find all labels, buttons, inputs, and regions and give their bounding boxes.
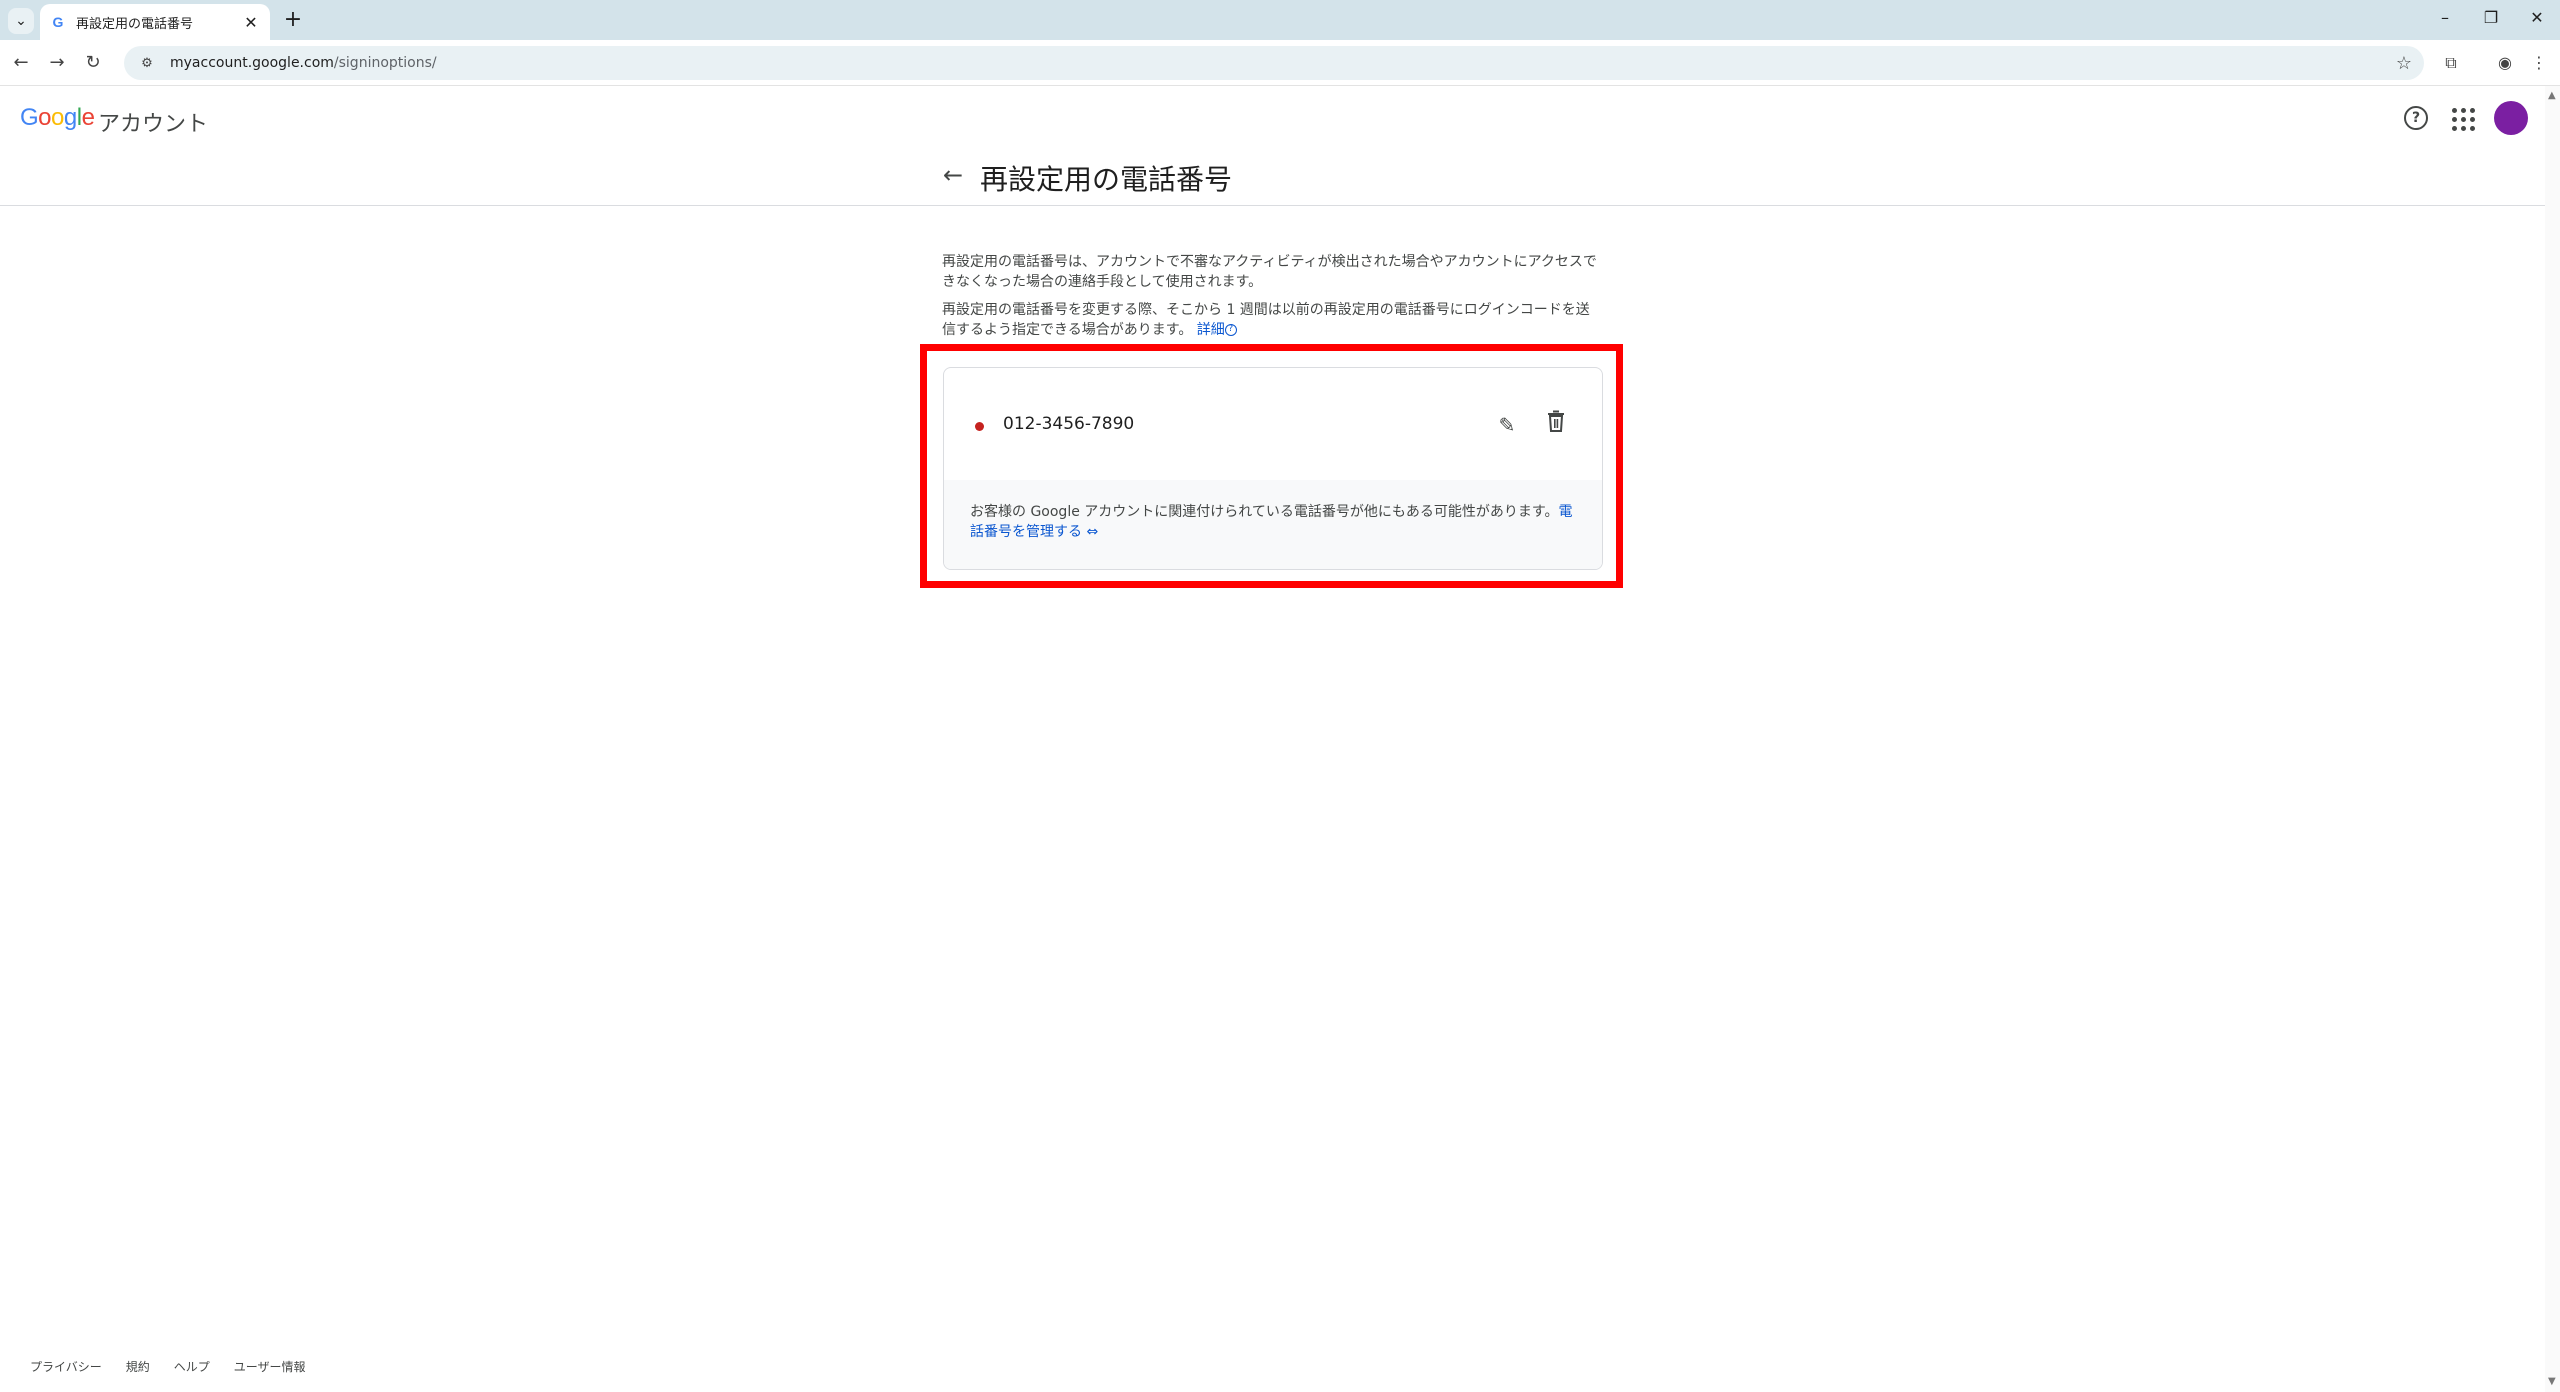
google-favicon-icon: G bbox=[52, 14, 64, 30]
address-bar[interactable]: ⚙ myaccount.google.com/signinoptions/ ☆ bbox=[124, 46, 2424, 80]
tab-search-chevron-icon[interactable]: ⌄ bbox=[8, 8, 34, 34]
browser-tab-active[interactable]: G 再設定用の電話番号 ✕ bbox=[40, 4, 270, 40]
extensions-icon[interactable]: ⧉ bbox=[2438, 50, 2464, 76]
new-tab-button[interactable]: + bbox=[280, 8, 306, 34]
description-text: 再設定用の電話番号を変更する際、そこから 1 週間は以前の再設定用の電話番号にロ… bbox=[942, 302, 1590, 338]
description-paragraph-2: 再設定用の電話番号を変更する際、そこから 1 週間は以前の再設定用の電話番号にロ… bbox=[942, 300, 1602, 340]
logo-letter: o bbox=[38, 104, 52, 131]
description-paragraph-1: 再設定用の電話番号は、アカウントで不審なアクティビティが検出された場合やアカウン… bbox=[942, 254, 1597, 290]
browser-toolbar: ← → ↻ ⚙ myaccount.google.com/signinoptio… bbox=[0, 40, 2560, 86]
delete-trash-icon[interactable] bbox=[1541, 410, 1571, 440]
page-title-bar: ← 再設定用の電話番号 bbox=[0, 150, 2545, 206]
details-link[interactable]: 詳細? bbox=[1197, 322, 1237, 338]
logo-letter: G bbox=[20, 104, 39, 131]
scroll-up-arrow-icon[interactable]: ▲ bbox=[2548, 90, 2556, 101]
status-dot-icon bbox=[975, 422, 984, 431]
help-circle-icon: ? bbox=[1224, 324, 1237, 336]
note-text: お客様の Google アカウントに関連付けられている電話番号が他にもある可能性… bbox=[970, 504, 1559, 520]
footer-link-privacy[interactable]: プライバシー bbox=[30, 1358, 102, 1375]
back-nav-icon[interactable]: ← bbox=[8, 50, 34, 76]
profile-icon[interactable]: ◉ bbox=[2492, 50, 2518, 76]
bookmark-star-icon[interactable]: ☆ bbox=[2396, 53, 2412, 74]
footer-link-help[interactable]: ヘルプ bbox=[174, 1358, 210, 1375]
edit-pencil-icon[interactable]: ✎ bbox=[1492, 410, 1522, 440]
restore-window-icon[interactable]: ❐ bbox=[2476, 8, 2506, 32]
apps-grid-icon[interactable] bbox=[2450, 106, 2475, 131]
link-icon: ⇔ bbox=[1086, 524, 1099, 540]
main-content: 再設定用の電話番号は、アカウントで不審なアクティビティが検出された場合やアカウン… bbox=[942, 252, 1602, 348]
phone-number-card: 012-3456-7890 ✎ お客様の Google アカウントに関連付けられ… bbox=[943, 367, 1603, 570]
footer-link-about[interactable]: ユーザー情報 bbox=[234, 1358, 306, 1375]
avatar[interactable] bbox=[2494, 101, 2528, 135]
browser-tab-bar: ⌄ G 再設定用の電話番号 ✕ + – ❐ ✕ bbox=[0, 0, 2560, 40]
reload-icon[interactable]: ↻ bbox=[80, 50, 106, 76]
back-arrow-icon[interactable]: ← bbox=[938, 160, 968, 190]
tab-title: 再設定用の電話番号 bbox=[76, 16, 194, 32]
phone-number-row: 012-3456-7890 ✎ bbox=[944, 368, 1602, 478]
site-info-icon[interactable]: ⚙ bbox=[136, 56, 158, 71]
scroll-down-arrow-icon[interactable]: ▼ bbox=[2548, 1376, 2556, 1387]
minimize-window-icon[interactable]: – bbox=[2430, 8, 2460, 32]
details-link-label: 詳細 bbox=[1196, 322, 1225, 338]
help-icon[interactable]: ? bbox=[2404, 106, 2428, 130]
browser-menu-icon[interactable]: ⋮ bbox=[2526, 50, 2552, 76]
forward-nav-icon[interactable]: → bbox=[44, 50, 70, 76]
footer-link-terms[interactable]: 規約 bbox=[126, 1358, 150, 1375]
page-title: 再設定用の電話番号 bbox=[980, 163, 1233, 196]
logo-letter: e bbox=[81, 104, 95, 131]
url-host: myaccount.google.com bbox=[170, 55, 334, 71]
page-scrollbar[interactable] bbox=[2545, 86, 2560, 1392]
google-logo[interactable]: Google bbox=[20, 104, 95, 132]
tab-close-icon[interactable]: ✕ bbox=[242, 13, 260, 32]
close-window-icon[interactable]: ✕ bbox=[2522, 8, 2552, 32]
footer: プライバシー 規約 ヘルプ ユーザー情報 bbox=[30, 1358, 306, 1375]
product-name[interactable]: アカウント bbox=[98, 106, 208, 138]
phone-number-value: 012-3456-7890 bbox=[1003, 414, 1135, 434]
url-text: myaccount.google.com/signinoptions/ bbox=[170, 55, 2396, 71]
logo-letter: g bbox=[63, 104, 77, 131]
url-path: /signinoptions/ bbox=[333, 55, 437, 71]
logo-letter: o bbox=[51, 104, 64, 131]
google-account-header: Google アカウント ? bbox=[0, 86, 2545, 150]
phone-card-note: お客様の Google アカウントに関連付けられている電話番号が他にもある可能性… bbox=[944, 480, 1602, 569]
